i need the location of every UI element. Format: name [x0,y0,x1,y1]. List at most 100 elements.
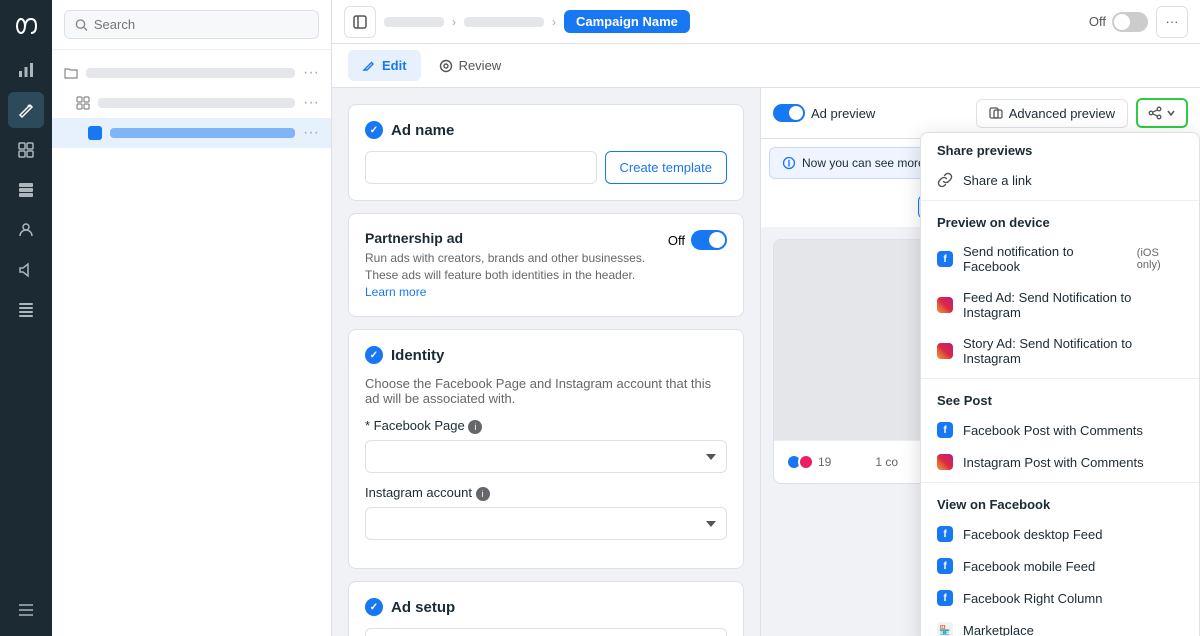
search-input-wrap[interactable] [64,10,319,39]
ad-setup-title: ✓ Ad setup [365,598,727,616]
tree-item-3[interactable]: ··· [52,118,331,148]
instagram-select[interactable] [365,507,727,540]
story-instagram-item[interactable]: Story Ad: Send Notification to Instagram [921,328,1199,374]
partnership-toggle-wrap: Off [668,230,727,250]
sidebar-item-charts[interactable] [8,52,44,88]
facebook-icon: f [937,251,953,267]
ad-setup-check-icon: ✓ [365,598,383,616]
learn-more-link[interactable]: Learn more [365,285,426,299]
create-ad-dropdown[interactable]: Create ad ▼ [365,628,727,636]
share-dropdown-btn[interactable] [1136,98,1188,128]
tree-item-dots-1[interactable]: ··· [303,64,319,82]
preview-panel: Ad preview Advanced preview Share previe… [760,88,1200,636]
fb-page-info-icon[interactable]: i [468,420,482,434]
breadcrumb-arrow-1: › [452,15,456,29]
grid-small-icon [76,96,90,110]
ig-post-comments-label: Instagram Post with Comments [963,455,1144,470]
instagram-select-wrap [365,507,727,540]
partnership-toggle[interactable] [691,230,727,250]
search-bar [52,0,331,50]
facebook-icon-2: f [937,422,953,438]
facebook-icon-4: f [937,558,953,574]
partnership-row: Partnership ad Run ads with creators, br… [365,230,727,300]
partnership-section: Partnership ad Run ads with creators, br… [348,213,744,317]
tree-item-label-1 [86,68,295,78]
facebook-icon-5: f [937,590,953,606]
preview-header: Ad preview Advanced preview Share previe… [761,88,1200,139]
ad-icon [88,126,102,140]
send-facebook-item[interactable]: f Send notification to Facebook (iOS onl… [921,236,1199,282]
more-options-btn[interactable]: ··· [1156,6,1188,38]
marketplace-icon: 🏪 [937,622,953,636]
partnership-desc: Run ads with creators, brands and other … [365,250,656,300]
fb-right-column-item[interactable]: f Facebook Right Column [921,582,1199,614]
partnership-title: Partnership ad [365,230,656,246]
sidebar-item-megaphone[interactable] [8,252,44,288]
meta-logo[interactable] [8,8,44,44]
create-template-btn[interactable]: Create template [605,151,728,184]
search-input[interactable] [94,17,308,32]
edit-tabs: Edit Review [332,44,1200,88]
ad-preview-knob [789,106,803,120]
facebook-icon-3: f [937,526,953,542]
feed-instagram-label: Feed Ad: Send Notification to Instagram [963,290,1183,320]
fb-page-select[interactable] [365,440,727,473]
ad-name-title: ✓ Ad name [365,121,727,139]
tab-review-label: Review [459,58,502,73]
folder-icon [64,66,78,80]
tree-item-dots-3[interactable]: ··· [303,124,319,142]
instagram-icon-3 [937,454,953,470]
story-instagram-label: Story Ad: Send Notification to Instagram [963,336,1183,366]
fb-desktop-label: Facebook desktop Feed [963,527,1102,542]
off-toggle[interactable]: Off [1089,12,1148,32]
toggle-switch[interactable] [1112,12,1148,32]
fb-post-comments-item[interactable]: f Facebook Post with Comments [921,414,1199,446]
sidebar-item-menu[interactable] [8,592,44,628]
ad-preview-switch[interactable] [773,104,805,122]
identity-title-text: Identity [391,347,444,364]
breadcrumb-placeholder-2 [464,17,544,27]
marketplace-item[interactable]: 🏪 Marketplace [921,614,1199,636]
fb-post-comments-label: Facebook Post with Comments [963,423,1143,438]
tab-review[interactable]: Review [425,50,516,81]
tab-edit[interactable]: Edit [348,50,421,81]
review-icon [439,59,453,73]
content-area: ✓ Ad name Create template Partnership ad… [332,88,1200,636]
breadcrumb-item-2 [464,17,544,27]
sidebar-item-layers[interactable] [8,172,44,208]
partnership-knob [709,232,725,248]
ig-post-comments-item[interactable]: Instagram Post with Comments [921,446,1199,478]
instagram-icon-2 [937,343,953,359]
advanced-preview-label: Advanced preview [1009,106,1115,121]
instagram-info-icon[interactable]: i [476,487,490,501]
instagram-field: Instagram account i [365,485,727,540]
fb-desktop-item[interactable]: f Facebook desktop Feed [921,518,1199,550]
sidebar-item-flag[interactable] [8,292,44,328]
ad-setup-section: ✓ Ad setup Create ad ▼ [348,581,744,636]
fb-page-label: * Facebook Page i [365,418,727,434]
preview-device-title: Preview on device [921,205,1199,236]
preview-reactions: 19 1 co [786,454,898,470]
tree-item-dots-2[interactable]: ··· [303,94,319,112]
see-post-title: See Post [921,383,1199,414]
fb-mobile-item[interactable]: f Facebook mobile Feed [921,550,1199,582]
comment-count: 1 co [875,455,898,469]
instagram-icon-1 [937,297,953,313]
sidebar-item-people[interactable] [8,212,44,248]
breadcrumb-active: Campaign Name [564,10,690,33]
marketplace-label: Marketplace [963,623,1034,636]
sidebar-toggle-btn[interactable] [344,6,376,38]
top-bar: › › Campaign Name Off ··· [332,0,1200,44]
breadcrumb-item-1 [384,17,444,27]
advanced-preview-btn[interactable]: Advanced preview [976,99,1128,128]
share-link-item[interactable]: Share a link [921,164,1199,196]
sidebar-item-edit[interactable] [8,92,44,128]
info-bar-icon [782,156,796,170]
tree-item-1[interactable]: ··· [52,58,331,88]
info-bar-text: Now you can see more v [802,156,934,170]
main: › › Campaign Name Off ··· Edit Review [332,0,1200,636]
ad-name-input[interactable] [365,151,597,184]
sidebar-item-grid[interactable] [8,132,44,168]
feed-instagram-item[interactable]: Feed Ad: Send Notification to Instagram [921,282,1199,328]
tree-item-2[interactable]: ··· [52,88,331,118]
